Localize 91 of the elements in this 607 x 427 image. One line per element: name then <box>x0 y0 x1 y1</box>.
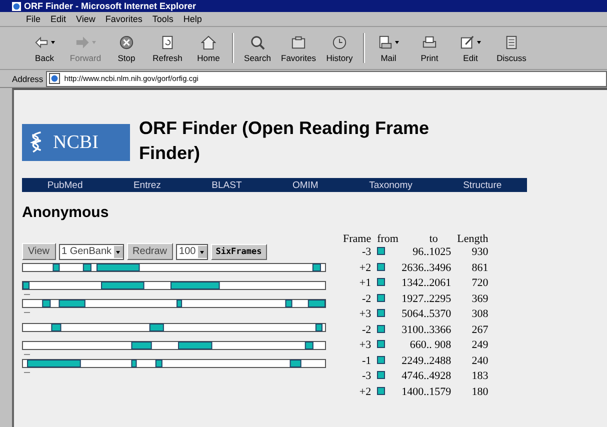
toolbar-button[interactable]: Edit <box>450 32 491 64</box>
menu-item[interactable]: Edit <box>50 14 66 24</box>
nav-link[interactable]: BLAST <box>212 180 242 190</box>
orf-swatch-icon[interactable] <box>377 324 386 332</box>
column-header: to <box>428 233 439 245</box>
orf-swatch-icon[interactable] <box>377 356 386 364</box>
frame-cell-text: +3 <box>358 338 372 353</box>
frame-cell-text: -3 <box>360 245 372 260</box>
window-title: ORF Finder - Microsoft Internet Explorer <box>0 0 607 12</box>
length-cell-text: 249 <box>470 338 490 353</box>
zoom-select[interactable]: 100 <box>176 244 208 260</box>
orf-swatch-icon[interactable] <box>377 309 386 317</box>
range-cell-text: 1342..2061 <box>400 276 452 291</box>
toolbar-button[interactable]: Discuss <box>491 32 532 64</box>
frame-cell-text: +3 <box>358 307 372 322</box>
page-icon <box>49 73 60 84</box>
frame-cell-text: +1 <box>358 276 372 291</box>
frame-cell-text: -2 <box>360 322 372 338</box>
menu-item[interactable]: Favorites <box>105 14 142 24</box>
toolbar-button[interactable]: Mail <box>368 32 409 64</box>
length-cell-text: 308 <box>470 307 490 322</box>
sixframes-button[interactable]: SixFrames <box>210 244 267 260</box>
toolbar-button[interactable]: Stop <box>106 32 147 64</box>
toolbar-icon <box>75 35 90 50</box>
toolbar-button[interactable]: Refresh <box>147 32 188 64</box>
toolbar-button[interactable]: Home <box>188 32 229 64</box>
column-header: Length <box>456 233 490 245</box>
menu-item[interactable]: Tools <box>152 14 174 24</box>
toolbar-icon <box>291 35 306 50</box>
toolbar-icon <box>422 35 437 50</box>
orf-swatch-icon[interactable] <box>377 294 386 302</box>
orf-swatch-icon[interactable] <box>377 340 386 348</box>
orf-swatch-icon[interactable] <box>377 247 386 255</box>
toolbar-icon <box>378 35 393 50</box>
toolbar-button[interactable]: History <box>319 32 360 64</box>
frame-cell-text: +2 <box>358 384 372 400</box>
range-cell-text: 1400..1579 <box>400 384 452 400</box>
menu-item[interactable]: File <box>26 14 41 24</box>
length-cell-text: 180 <box>470 384 490 400</box>
toolbar-icon <box>504 35 519 50</box>
toolbar-icon <box>119 35 134 50</box>
toolbar-icon <box>460 35 475 50</box>
page-title: ORF Finder (Open Reading Frame Finder) <box>139 117 430 165</box>
toolbar-icon <box>160 35 175 50</box>
range-cell-text: 4746..4928 <box>400 369 452 384</box>
nav-link[interactable]: Structure <box>463 180 502 190</box>
toolbar-button[interactable]: Favorites <box>278 32 319 64</box>
length-cell-text: 930 <box>470 245 490 260</box>
toolbar-icon <box>332 35 347 50</box>
length-cell-text: 240 <box>470 354 490 368</box>
toolbar-icon <box>201 35 216 50</box>
column-header: Frame <box>342 233 372 245</box>
range-cell-text: 2249..2488 <box>400 354 452 368</box>
column-header: from <box>376 233 400 245</box>
nav-link[interactable]: OMIM <box>292 180 318 190</box>
range-cell-text: 3100..3366 <box>400 322 452 338</box>
toolbar-icon <box>250 35 265 50</box>
length-cell-text: 720 <box>470 276 490 291</box>
orf-swatch-icon[interactable] <box>377 262 386 270</box>
frame-cell-text: -3 <box>360 369 372 384</box>
browser-icon <box>12 2 21 10</box>
address-label: Address <box>12 74 44 84</box>
length-cell-text: 369 <box>470 292 490 306</box>
toolbar-icon <box>34 35 49 50</box>
nav-link[interactable]: Taxonomy <box>369 180 412 190</box>
view-select[interactable]: 1 GenBank <box>58 244 124 260</box>
orf-swatch-icon[interactable] <box>377 278 386 286</box>
range-cell-text: 2636..3496 <box>400 260 452 276</box>
frame-cell-text: +2 <box>358 260 372 276</box>
orf-swatch-icon[interactable] <box>377 371 386 379</box>
range-cell-text: 5064..5370 <box>400 307 452 322</box>
nav-link[interactable]: PubMed <box>47 180 83 190</box>
length-cell-text: 267 <box>470 322 490 338</box>
toolbar-button[interactable]: Search <box>237 32 278 64</box>
frame-cell-text: -2 <box>360 292 372 306</box>
orf-swatch-icon[interactable] <box>377 386 386 394</box>
length-cell-text: 861 <box>470 260 490 276</box>
redraw-button[interactable]: Redraw <box>126 243 174 260</box>
ncbi-logo[interactable]: NCBI <box>22 124 130 161</box>
view-button[interactable]: View <box>22 243 56 260</box>
frame-cell-text: -1 <box>360 354 372 368</box>
range-cell-text: 1927..2295 <box>400 292 452 306</box>
range-cell-text: 96..1025 <box>412 245 452 260</box>
length-cell-text: 183 <box>470 369 490 384</box>
toolbar-button[interactable]: Print <box>409 32 450 64</box>
section-heading: Anonymous <box>22 204 110 221</box>
menu-item[interactable]: Help <box>183 14 202 24</box>
menu-item[interactable]: View <box>76 14 96 24</box>
nav-link[interactable]: Entrez <box>133 180 161 190</box>
range-cell-text: 660.. 908 <box>408 338 452 353</box>
toolbar-button[interactable]: Back <box>24 32 65 64</box>
